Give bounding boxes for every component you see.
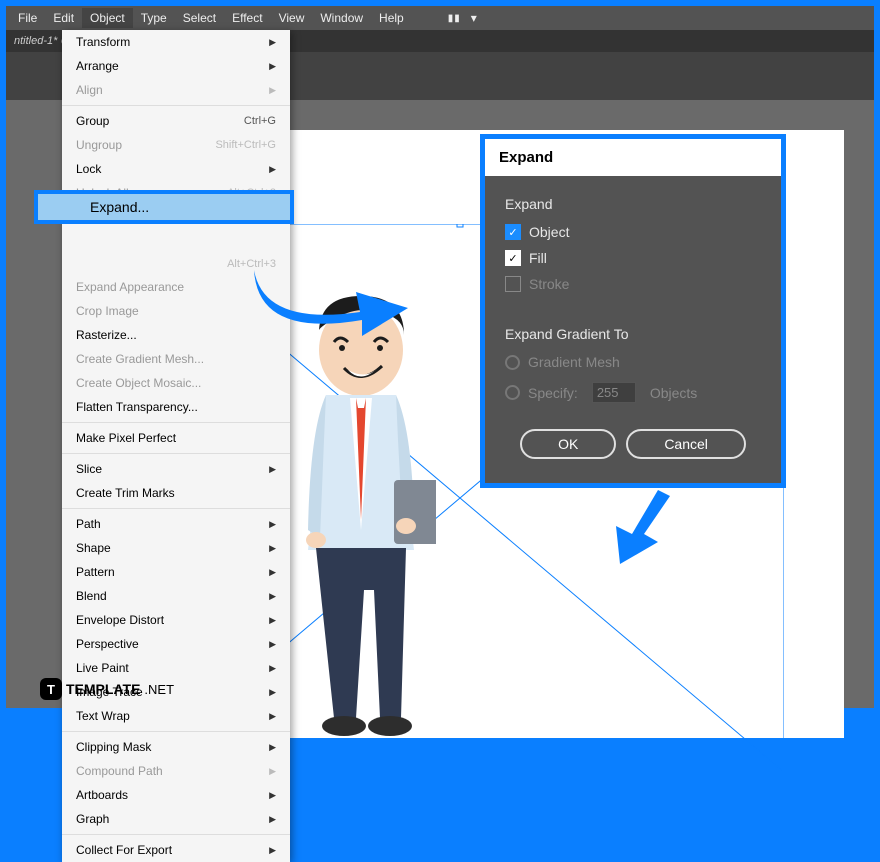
specify-label: Specify: xyxy=(528,385,578,401)
menubar-item-edit[interactable]: Edit xyxy=(45,8,82,28)
annotation-arrow-to-ok xyxy=(606,486,676,566)
chevron-right-icon: ▶ xyxy=(269,742,276,753)
chevron-right-icon: ▶ xyxy=(269,37,276,48)
watermark-brand: TEMPLATE xyxy=(66,681,140,697)
chevron-right-icon: ▶ xyxy=(269,814,276,825)
ok-button[interactable]: OK xyxy=(520,429,616,459)
menu-item-arrange[interactable]: Arrange▶ xyxy=(62,54,290,78)
chevron-right-icon: ▶ xyxy=(269,164,276,175)
menubar-item-view[interactable]: View xyxy=(271,8,313,28)
menu-item-align: Align▶ xyxy=(62,78,290,102)
watermark-suffix: .NET xyxy=(144,682,174,697)
menu-item-slice[interactable]: Slice▶ xyxy=(62,457,290,481)
menu-item-blend[interactable]: Blend▶ xyxy=(62,584,290,608)
menubar-item-type[interactable]: Type xyxy=(133,8,175,28)
expand-dialog: Expand Expand ✓ Object ✓ Fill Stroke Exp… xyxy=(480,134,786,488)
chevron-right-icon: ▶ xyxy=(269,591,276,602)
chevron-right-icon: ▶ xyxy=(269,615,276,626)
stroke-checkbox-label: Stroke xyxy=(529,276,569,292)
annotation-arrow-to-dialog xyxy=(250,266,410,336)
specify-input[interactable] xyxy=(592,382,636,403)
menu-item-pattern[interactable]: Pattern▶ xyxy=(62,560,290,584)
expand-menu-item-highlight[interactable]: Expand... xyxy=(34,190,294,224)
dash-icon: ▮▮ xyxy=(442,13,467,24)
chevron-right-icon: ▶ xyxy=(269,464,276,475)
menu-item-create-trim-marks[interactable]: Create Trim Marks xyxy=(62,481,290,505)
menu-item-create-object-mosaic: Create Object Mosaic... xyxy=(62,371,290,395)
chevron-right-icon: ▶ xyxy=(269,845,276,856)
gradient-section-label: Expand Gradient To xyxy=(505,326,761,342)
menu-separator xyxy=(62,453,290,454)
object-checkbox-label: Object xyxy=(529,224,569,240)
object-menu-dropdown: Transform▶Arrange▶Align▶ GroupCtrl+GUngro… xyxy=(62,30,290,862)
menubar-item-select[interactable]: Select xyxy=(175,8,224,28)
menu-separator xyxy=(62,508,290,509)
menu-item-artboards[interactable]: Artboards▶ xyxy=(62,783,290,807)
chevron-right-icon: ▶ xyxy=(269,61,276,72)
menu-item-create-gradient-mesh: Create Gradient Mesh... xyxy=(62,347,290,371)
menu-item-live-paint[interactable]: Live Paint▶ xyxy=(62,656,290,680)
menubar-item-help[interactable]: Help xyxy=(371,8,412,28)
fill-checkbox[interactable]: ✓ xyxy=(505,250,521,266)
menu-item-path[interactable]: Path▶ xyxy=(62,512,290,536)
menu-separator xyxy=(62,422,290,423)
menu-item-ungroup: UngroupShift+Ctrl+G xyxy=(62,133,290,157)
menubar-item-object[interactable]: Object xyxy=(82,8,133,28)
object-checkbox[interactable]: ✓ xyxy=(505,224,521,240)
chevron-right-icon: ▶ xyxy=(269,639,276,650)
menu-separator xyxy=(62,731,290,732)
menu-item-text-wrap[interactable]: Text Wrap▶ xyxy=(62,704,290,728)
cancel-button[interactable]: Cancel xyxy=(626,429,746,459)
gradient-mesh-label: Gradient Mesh xyxy=(528,354,620,370)
chevron-right-icon: ▶ xyxy=(269,663,276,674)
chevron-right-icon: ▶ xyxy=(269,519,276,530)
character-illustration xyxy=(286,290,436,750)
menu-item-graph[interactable]: Graph▶ xyxy=(62,807,290,831)
chevron-right-icon: ▶ xyxy=(269,567,276,578)
objects-label: Objects xyxy=(650,385,697,401)
chevron-right-icon: ▶ xyxy=(269,790,276,801)
menu-item-lock[interactable]: Lock▶ xyxy=(62,157,290,181)
menubar: FileEditObjectTypeSelectEffectViewWindow… xyxy=(6,6,874,30)
menu-item-group[interactable]: GroupCtrl+G xyxy=(62,109,290,133)
menu-item-transform[interactable]: Transform▶ xyxy=(62,30,290,54)
menu-item-make-pixel-perfect[interactable]: Make Pixel Perfect xyxy=(62,426,290,450)
arrange-docs-icon[interactable]: ▾ xyxy=(467,11,481,25)
menu-item-compound-path: Compound Path▶ xyxy=(62,759,290,783)
menu-item-perspective[interactable]: Perspective▶ xyxy=(62,632,290,656)
fill-checkbox-label: Fill xyxy=(529,250,547,266)
menu-item-collect-for-export[interactable]: Collect For Export▶ xyxy=(62,838,290,862)
menu-item-shape[interactable]: Shape▶ xyxy=(62,536,290,560)
stroke-checkbox[interactable] xyxy=(505,276,521,292)
app-frame: FileEditObjectTypeSelectEffectViewWindow… xyxy=(6,6,874,708)
watermark-icon: T xyxy=(40,678,62,700)
specify-radio[interactable] xyxy=(505,385,520,400)
chevron-right-icon: ▶ xyxy=(269,543,276,554)
menubar-item-effect[interactable]: Effect xyxy=(224,8,270,28)
dialog-title: Expand xyxy=(485,139,781,176)
chevron-right-icon: ▶ xyxy=(269,687,276,698)
menu-separator xyxy=(62,834,290,835)
chevron-right-icon: ▶ xyxy=(269,85,276,96)
menu-item-clipping-mask[interactable]: Clipping Mask▶ xyxy=(62,735,290,759)
expand-section-label: Expand xyxy=(505,196,761,212)
chevron-right-icon: ▶ xyxy=(269,766,276,777)
menu-item-flatten-transparency[interactable]: Flatten Transparency... xyxy=(62,395,290,419)
gradient-mesh-radio[interactable] xyxy=(505,355,520,370)
menu-separator xyxy=(62,105,290,106)
menubar-item-file[interactable]: File xyxy=(10,8,45,28)
chevron-right-icon: ▶ xyxy=(269,711,276,722)
menubar-item-window[interactable]: Window xyxy=(312,8,371,28)
menu-item-envelope-distort[interactable]: Envelope Distort▶ xyxy=(62,608,290,632)
watermark: T TEMPLATE .NET xyxy=(40,678,174,700)
